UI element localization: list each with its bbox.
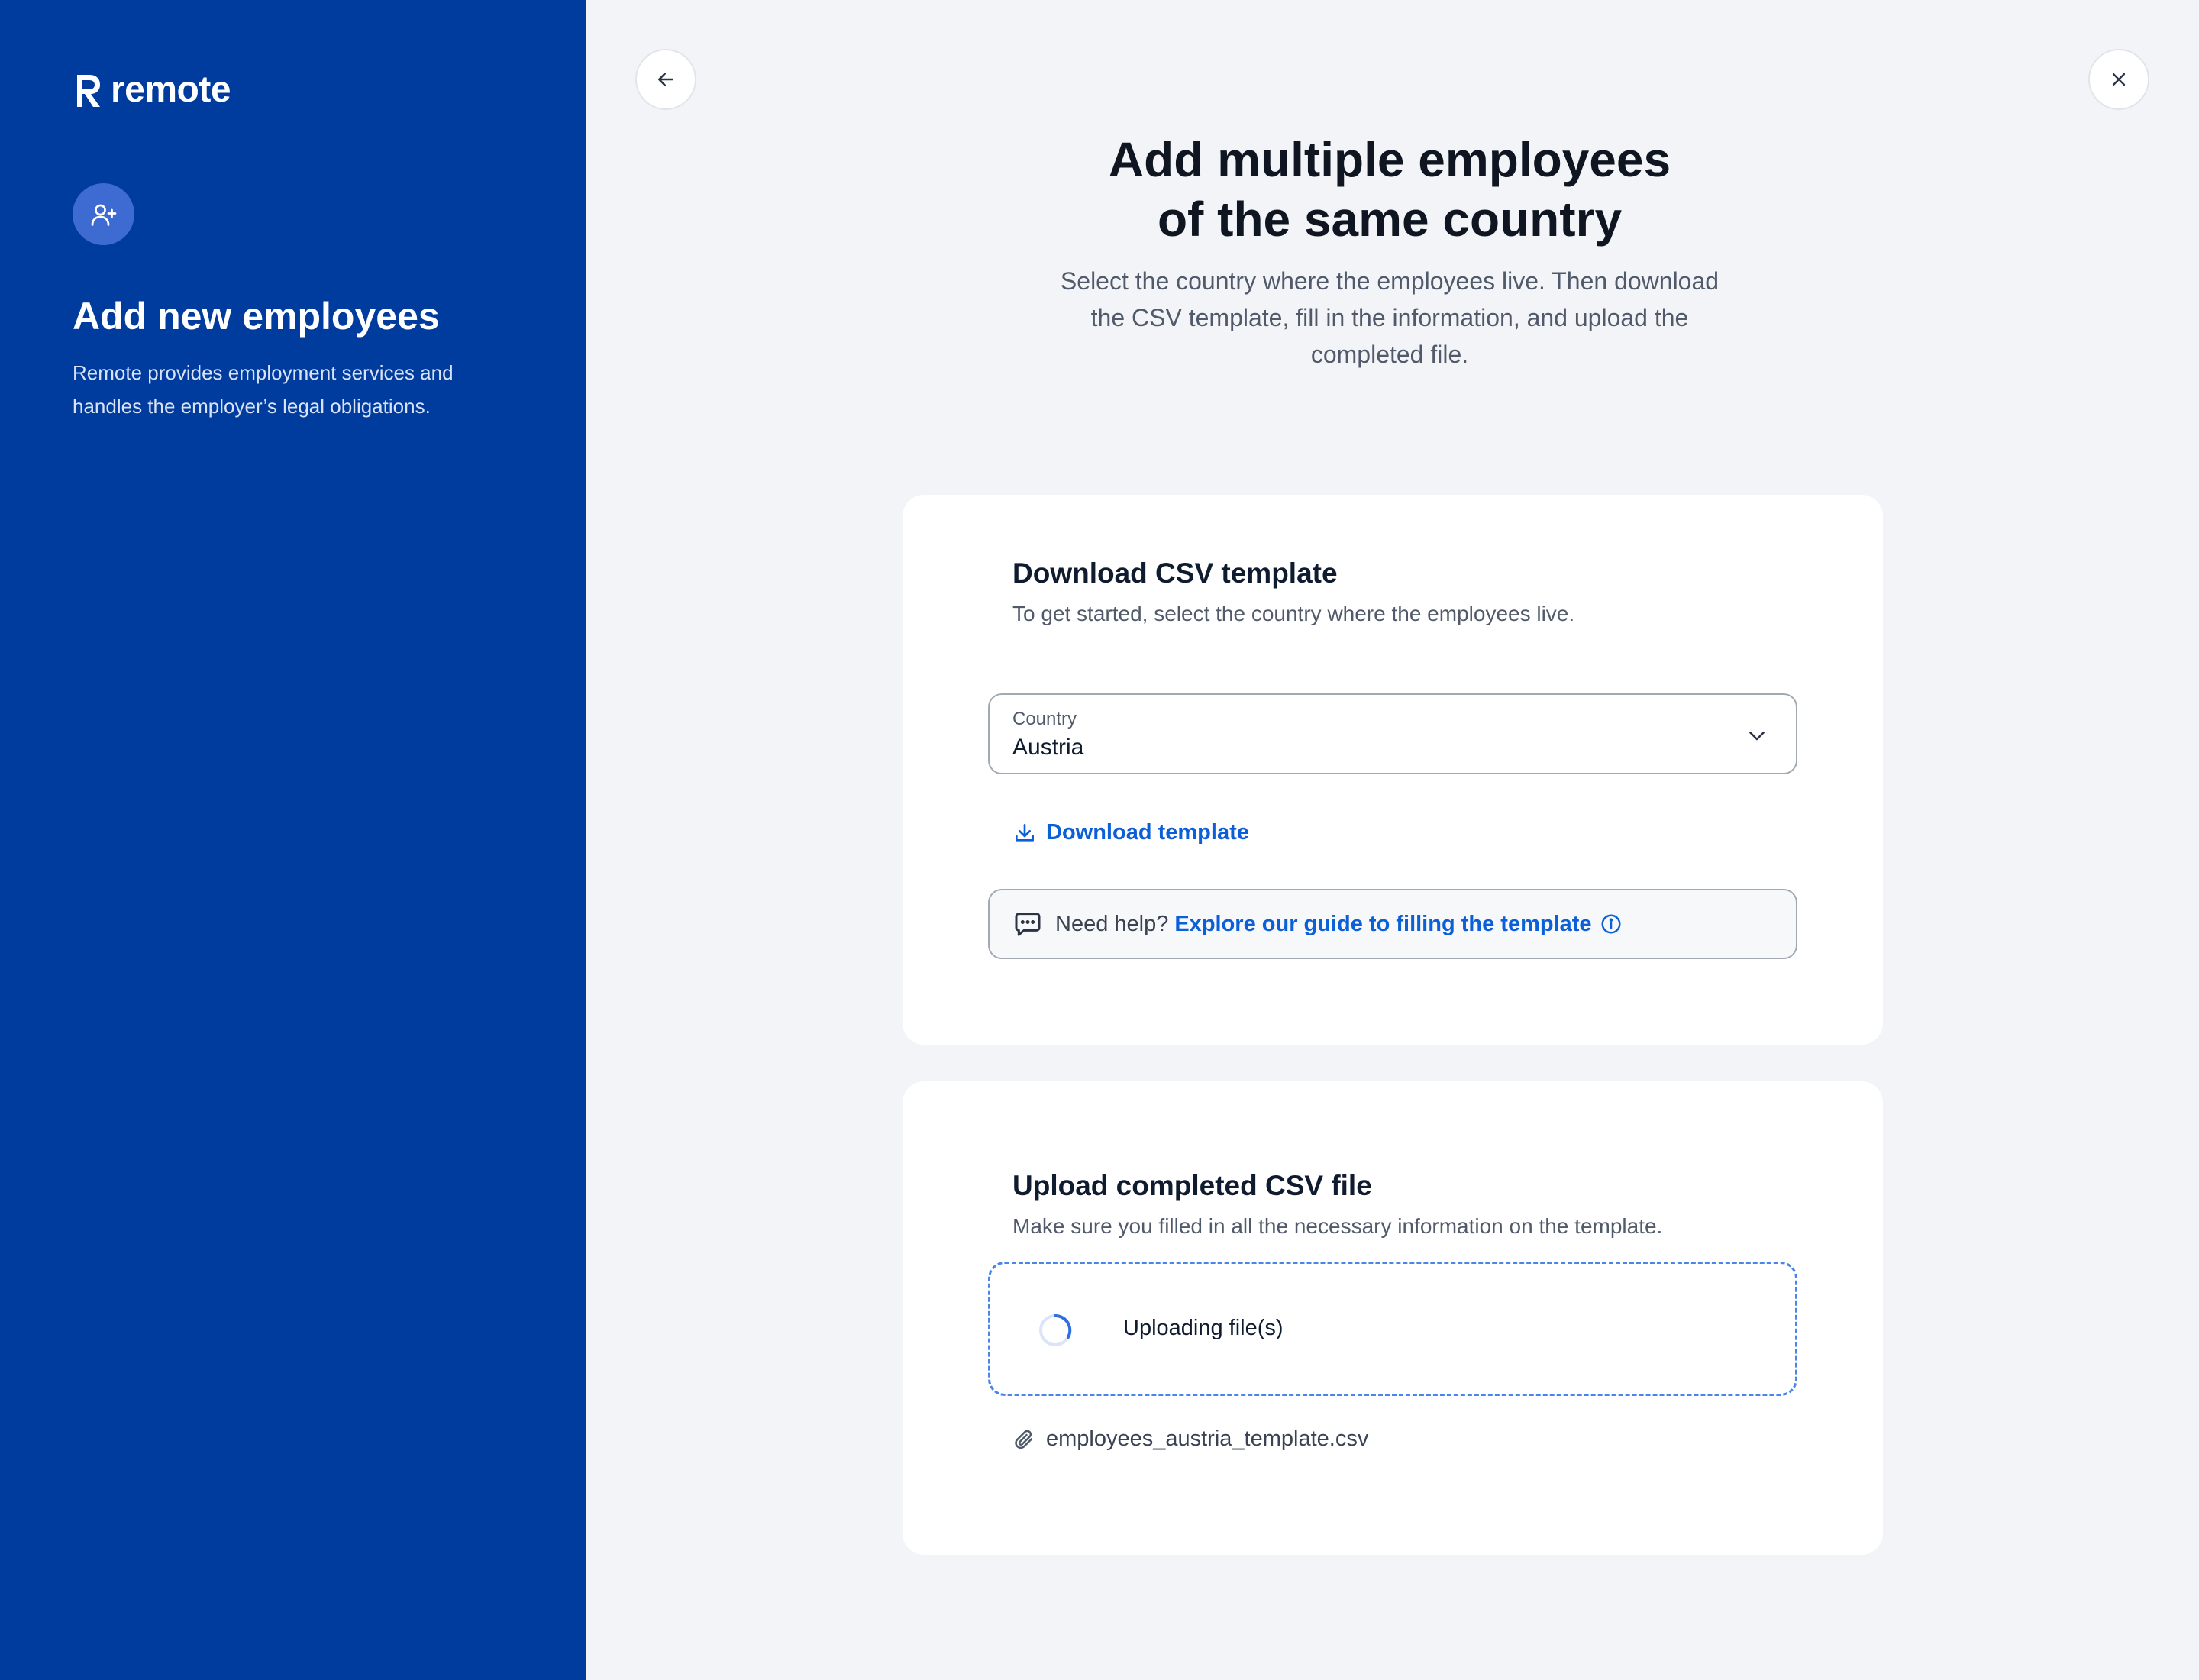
attached-file: employees_austria_template.csv (1012, 1426, 1368, 1452)
info-icon[interactable] (1600, 913, 1623, 935)
page-title: Add multiple employees of the same count… (764, 130, 2016, 249)
page-subtitle: Select the country where the employees l… (1060, 267, 1719, 368)
brand-name: remote (111, 69, 231, 110)
remote-logo[interactable]: remote (73, 70, 231, 110)
upload-dropzone[interactable]: Uploading file(s) (988, 1262, 1797, 1396)
arrow-left-icon (658, 73, 673, 86)
page-title-line-1: Add multiple employees (1108, 132, 1671, 187)
download-template-link[interactable]: Download template (1012, 820, 1249, 845)
remote-logo-icon (77, 75, 100, 107)
close-icon (2112, 73, 2126, 86)
upload-card-subtitle: Make sure you filled in all the necessar… (1012, 1214, 1663, 1238)
download-card-subtitle: To get started, select the country where… (1012, 602, 1575, 625)
sidebar-title: Add new employees (73, 295, 440, 338)
help-prefix: Need help? (1055, 911, 1169, 936)
sidebar-description: Remote provides employment services and … (73, 361, 454, 418)
user-plus-icon (73, 183, 134, 245)
paperclip-icon (1015, 1430, 1033, 1449)
back-button[interactable] (635, 49, 696, 110)
upload-card: Upload completed CSV file Make sure you … (903, 1081, 1883, 1555)
country-select-value: Austria (1012, 735, 1084, 760)
upload-status: Uploading file(s) (1123, 1316, 1284, 1340)
country-select-label: Country (1012, 709, 1077, 729)
loading-spinner-icon (1039, 1313, 1072, 1346)
chevron-down-icon (1749, 732, 1765, 741)
sidebar: remote Add new employees Remote provides… (0, 0, 586, 1680)
close-button[interactable] (2088, 49, 2149, 110)
file-name: employees_austria_template.csv (1046, 1426, 1369, 1451)
download-card: Download CSV template To get started, se… (903, 495, 1883, 1045)
upload-card-title: Upload completed CSV file (1012, 1170, 1372, 1201)
download-card-title: Download CSV template (1012, 557, 1338, 589)
page-title-line-2: of the same country (1157, 192, 1623, 247)
download-template-label: Download template (1046, 820, 1249, 845)
country-select[interactable]: Country Austria (988, 693, 1797, 774)
help-guide-link[interactable]: Explore our guide to filling the templat… (1174, 912, 1591, 937)
help-banner: Need help? Explore our guide to filling … (988, 889, 1797, 959)
download-icon (1016, 823, 1034, 842)
chat-bubble-icon (1015, 913, 1041, 936)
